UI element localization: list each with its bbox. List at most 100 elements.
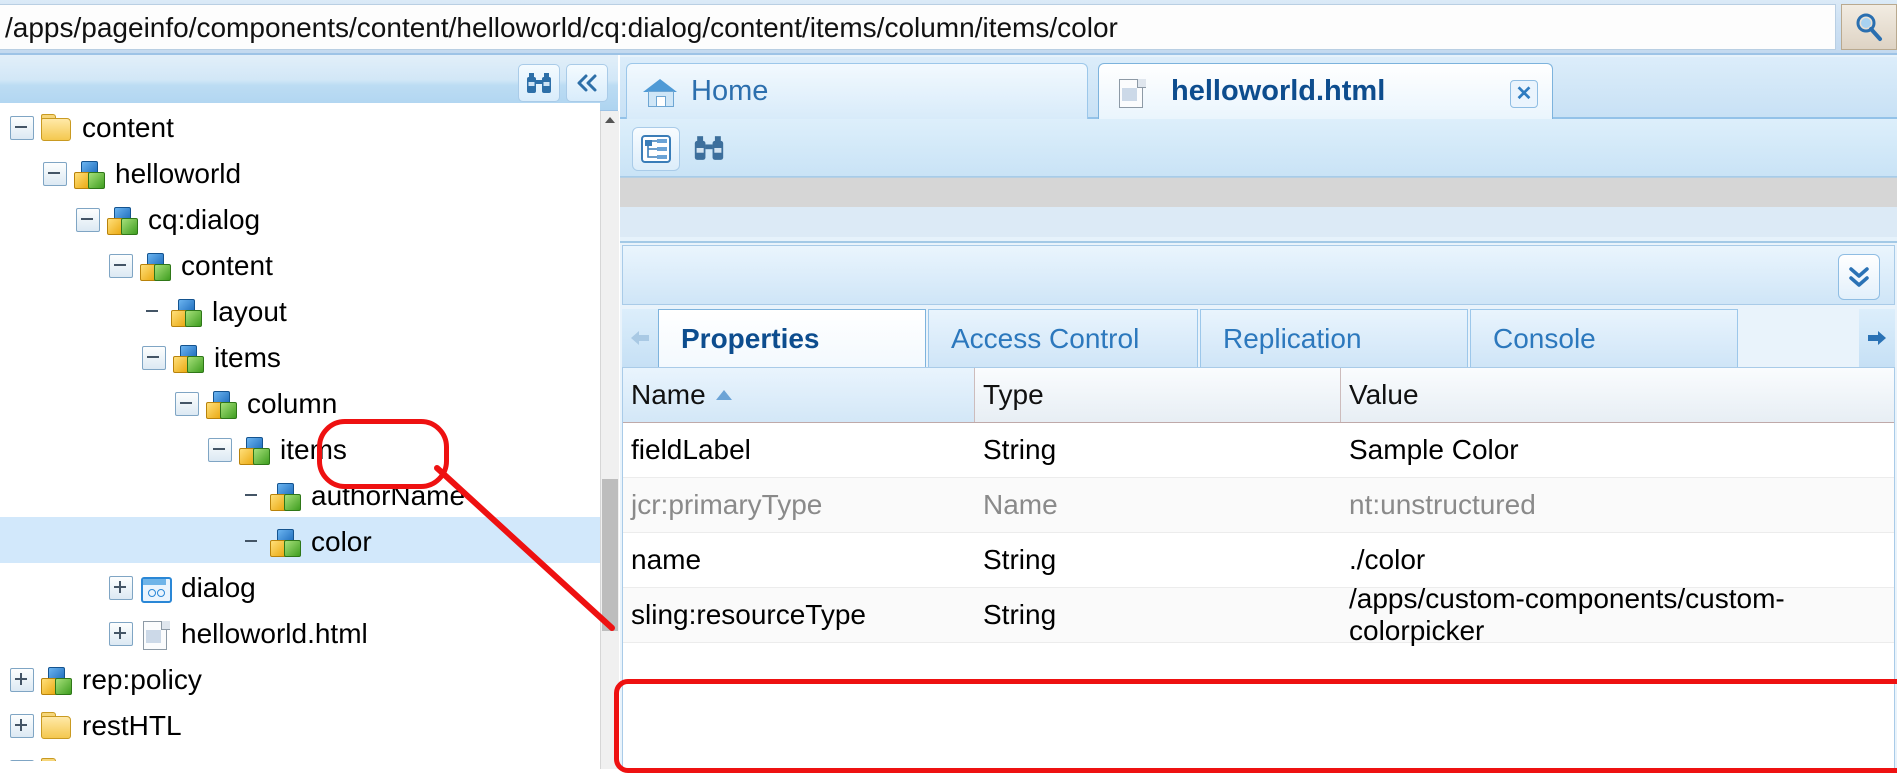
home-icon (643, 77, 677, 107)
tab-properties-label: Properties (681, 322, 820, 354)
tree-node-content[interactable]: content (0, 103, 600, 149)
expand-plus-icon[interactable] (10, 759, 34, 761)
tree-node-authorname[interactable]: authorName (0, 471, 600, 517)
path-input[interactable]: /apps/pageinfo/components/content/hellow… (0, 4, 1836, 50)
table-row[interactable]: fieldLabel String Sample Color (623, 423, 1894, 478)
expand-plus-icon[interactable] (10, 713, 34, 738)
tree-node-label: rep:policy (82, 663, 202, 695)
caret-up-icon[interactable] (601, 111, 619, 129)
tab-access-control[interactable]: Access Control (928, 309, 1198, 367)
arrow-right-icon[interactable] (1859, 309, 1895, 367)
tree-node-helloworld-html[interactable]: helloworld.html (0, 609, 600, 655)
collapse-minus-icon[interactable] (43, 161, 67, 186)
column-header-type-label: Type (983, 379, 1044, 410)
tree-outline-icon[interactable] (632, 127, 680, 171)
collapse-minus-icon[interactable] (76, 207, 100, 232)
tree-node-label: authorName (311, 479, 466, 511)
double-chevron-down-icon[interactable] (1838, 254, 1880, 300)
binoculars-icon[interactable] (518, 64, 560, 102)
tree-node-settings[interactable]: settings (0, 747, 600, 761)
properties-grid-body[interactable]: fieldLabel String Sample Color jcr:primaryT… (623, 423, 1894, 646)
tab-replication[interactable]: Replication (1200, 309, 1468, 367)
binoculars-icon[interactable] (686, 127, 732, 169)
tree-node-label: helloworld (115, 157, 242, 189)
collapse-minus-icon[interactable] (109, 253, 133, 278)
collapse-minus-icon[interactable] (10, 115, 34, 140)
editor-tab-home[interactable]: Home (626, 63, 1088, 119)
double-chevron-left-icon[interactable] (566, 64, 608, 102)
tab-console-label: Console (1493, 322, 1596, 354)
nodes-icon (172, 344, 206, 373)
tree-node-label: column (247, 387, 338, 419)
cell-value: ./color (1349, 544, 1426, 575)
editor-toolbar (620, 119, 1897, 177)
tab-replication-label: Replication (1223, 322, 1362, 354)
document-icon (1115, 78, 1149, 108)
magnifier-icon[interactable] (1841, 4, 1897, 50)
folder-icon (40, 711, 74, 740)
tree-node-helloworld[interactable]: helloworld (0, 149, 600, 195)
nodes-icon (269, 482, 303, 511)
tree-node-label: content (82, 111, 174, 143)
expand-plus-icon[interactable] (109, 575, 133, 600)
tree-node-label: content (181, 249, 273, 281)
tab-console[interactable]: Console (1470, 309, 1738, 367)
column-header-value[interactable]: Value (1341, 368, 1894, 422)
tab-properties[interactable]: Properties (658, 309, 926, 367)
column-header-type[interactable]: Type (975, 368, 1341, 422)
editor-tab-helloworld-label: helloworld.html (1171, 75, 1386, 107)
tree-node-label: settings (82, 756, 179, 761)
repository-tree-panel: content helloworld cq:dialog content layout i… (0, 55, 619, 769)
tree-node-rep-policy[interactable]: rep:policy (0, 655, 600, 701)
close-icon[interactable]: ✕ (1510, 80, 1538, 108)
cell-value: Sample Color (1349, 434, 1519, 465)
cell-type: Name (983, 489, 1058, 520)
tree-scrollbar[interactable] (600, 111, 619, 769)
table-row[interactable]: sling:resourceType String/apps/custom-com… (623, 583, 1894, 646)
table-row[interactable]: name String ./color (623, 533, 1894, 588)
editor-tab-helloworld[interactable]: helloworld.html ✕ (1098, 63, 1553, 119)
nodes-icon (139, 252, 173, 281)
editor-content-placeholder (620, 177, 1897, 208)
cell-type: String (983, 599, 1057, 630)
tree-node-label: helloworld.html (181, 617, 368, 649)
cell-type: String (983, 434, 1057, 465)
tree-node-content[interactable]: content (0, 241, 600, 287)
properties-grid-header: Name Type Value (623, 368, 1894, 423)
tree-node-column[interactable]: column (0, 379, 600, 425)
tree-node-list[interactable]: content helloworld cq:dialog content layout i… (0, 103, 600, 761)
tree-node-resthtl[interactable]: restHTL (0, 701, 600, 747)
tree-node-label: cq:dialog (148, 203, 261, 235)
nodes-icon (205, 390, 239, 419)
expand-plus-icon[interactable] (10, 667, 34, 692)
cell-name: fieldLabel (631, 434, 751, 465)
expand-plus-icon[interactable] (109, 621, 133, 646)
address-bar: /apps/pageinfo/components/content/hellow… (0, 0, 1897, 55)
column-header-value-label: Value (1349, 379, 1419, 410)
tree-node-color[interactable]: color (0, 517, 600, 563)
tree-node-cq-dialog[interactable]: cq:dialog (0, 195, 600, 241)
properties-panel: Properties Access Control Replication Co… (614, 241, 1897, 773)
collapse-minus-icon[interactable] (175, 391, 199, 416)
arrow-left-icon[interactable] (622, 309, 658, 367)
properties-panel-header (622, 245, 1895, 305)
scrollbar-thumb[interactable] (602, 479, 618, 631)
tree-node-items[interactable]: items (0, 333, 600, 379)
collapse-minus-icon[interactable] (142, 345, 166, 370)
tree-node-label: color (311, 525, 372, 557)
tree-node-label: restHTL (82, 709, 182, 741)
table-row[interactable]: jcr:primaryType Name nt:unstructured (623, 478, 1894, 533)
tree-node-items[interactable]: items (0, 425, 600, 471)
document-icon (139, 620, 173, 650)
column-header-name[interactable]: Name (623, 368, 975, 422)
cell-type: String (983, 544, 1057, 575)
tree-node-dialog[interactable]: dialog (0, 563, 600, 609)
tree-node-layout[interactable]: layout (0, 287, 600, 333)
collapse-minus-icon[interactable] (208, 437, 232, 462)
sort-ascending-icon (715, 390, 732, 400)
cell-value: /apps/custom-components/custom-colorpick… (1349, 583, 1785, 646)
properties-tab-row: Properties Access Control Replication Co… (622, 309, 1895, 367)
nodes-icon (170, 298, 204, 327)
editor-tab-home-label: Home (691, 75, 769, 107)
nodes-icon (73, 160, 107, 189)
